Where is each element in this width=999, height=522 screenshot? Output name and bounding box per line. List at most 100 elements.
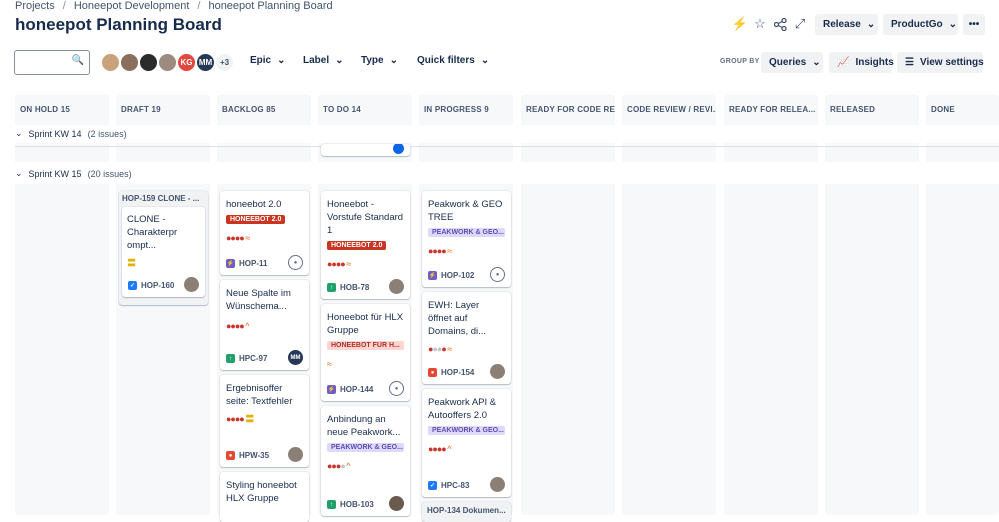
card-title: Ergebnisoffer seite: Textfehler <box>226 383 293 407</box>
priority-icon: ●●●● ≈ <box>226 233 250 243</box>
card[interactable]: Honeebot für HLX Gruppe HONEEBOT FÜR H..… <box>321 304 410 401</box>
column-header: READY FOR RELEA... 2 <box>729 105 818 114</box>
more-avatars-button[interactable]: +3 <box>214 52 235 73</box>
card-key-text: HPC-83 <box>441 481 470 490</box>
group-by-label: GROUP BY <box>720 58 760 65</box>
sprint-count: (20 issues) <box>87 168 132 179</box>
product-button[interactable]: ProductGo ⌄ <box>883 14 958 35</box>
column-done <box>926 95 999 515</box>
breadcrumb: Projects / Honeepot Development / honeepot… <box>15 0 333 12</box>
type-filter[interactable]: Type ⌄ <box>361 55 398 66</box>
search-field[interactable] <box>18 52 78 72</box>
search-input[interactable]: 🔍 <box>14 50 90 75</box>
chevron-down-icon: ⌄ <box>812 57 821 68</box>
card-key-text: HOP-154 <box>441 368 475 377</box>
card[interactable]: Ergebnisoffer seite: Textfehler ●●●● 〓 ●… <box>220 375 309 467</box>
breadcrumb-project[interactable]: Honeepot Development <box>74 0 190 12</box>
avatar <box>184 277 199 292</box>
card[interactable]: Anbindung an neue Peakwork... PEAKWORK &… <box>321 406 410 516</box>
chevron-down-icon: ⌄ <box>15 168 23 178</box>
card-parent[interactable]: HOP-159 CLONE - ... CLONE - Charakterpr … <box>119 191 208 305</box>
bug-icon: ● <box>226 451 235 460</box>
card-parent-key: HOP-134 Dokumen... <box>427 506 506 515</box>
chevron-down-icon: ⌄ <box>480 55 490 66</box>
priority-icon: ●●●● 〓 <box>226 414 254 424</box>
swimlane-header-bg <box>0 125 999 143</box>
avatar-mm: MM <box>288 350 303 365</box>
insights-button[interactable]: 📈 Insights <box>829 52 894 73</box>
chevron-down-icon: ⌄ <box>866 19 876 30</box>
column-header: DONE <box>931 105 955 114</box>
card-key: ↑ HOB-103 <box>327 500 374 509</box>
epic-icon: ⚡ <box>327 385 336 394</box>
sprint-name: Sprint KW 15 <box>28 168 82 179</box>
label-filter-label: Label <box>303 55 330 66</box>
breadcrumb-separator: / <box>62 0 66 12</box>
unassigned-avatar-icon: ● <box>288 255 303 270</box>
card-title: EWH: Layer öffnet auf Domains, di... <box>428 300 487 337</box>
chart-icon: 📈 <box>837 57 850 68</box>
card-label: HONEEBOT FÜR H... <box>327 341 404 350</box>
card[interactable]: EWH: Layer öffnet auf Domains, di... ●●●… <box>422 292 511 384</box>
card-partial[interactable] <box>321 144 410 156</box>
share-icon[interactable] <box>772 16 788 32</box>
lightning-icon[interactable]: ⚡ <box>732 16 748 32</box>
release-label: Release <box>823 19 861 30</box>
card-key-text: HPC-97 <box>239 354 268 363</box>
card[interactable]: honeebot 2.0 HONEEBOT 2.0 ●●●● ≈ ⚡ HOP-11… <box>220 191 309 275</box>
card-title: Neue Spalte im Wünschema... <box>226 288 291 312</box>
epic-filter[interactable]: Epic ⌄ <box>250 55 286 66</box>
more-actions-button[interactable]: ••• <box>963 14 985 35</box>
quick-filters-label: Quick filters <box>417 55 475 66</box>
star-icon[interactable]: ☆ <box>752 16 768 32</box>
view-settings-label: View settings <box>919 57 984 68</box>
card[interactable]: Neue Spalte im Wünschema... ●●●● ^ ↑ HPC-… <box>220 280 309 370</box>
card-label: PEAKWORK & GEO... <box>327 443 404 452</box>
avatar[interactable] <box>100 52 121 73</box>
avatar-mm[interactable]: MM <box>195 52 216 73</box>
card-parent[interactable]: HOP-134 Dokumen... <box>422 502 511 522</box>
column-header: READY FOR CODE RE... <box>526 105 615 114</box>
column-header: TO DO 14 <box>323 105 361 114</box>
avatar-kg[interactable]: KG <box>176 52 197 73</box>
avatar <box>389 496 404 511</box>
chevron-down-icon: ⌄ <box>277 55 286 66</box>
card[interactable]: Honeebot - Vorstufe Standard 1 HONEEBOT … <box>321 191 410 299</box>
expand-icon[interactable]: ⤢ <box>792 16 808 32</box>
card[interactable]: Peakwork API & Autooffers 2.0 PEAKWORK &… <box>422 389 511 497</box>
breadcrumb-separator: / <box>197 0 201 12</box>
epic-filter-label: Epic <box>250 55 272 66</box>
priority-icon: ●●●● ≈ <box>428 246 452 256</box>
page-title: honeepot Planning Board <box>15 15 222 34</box>
card-title: Peakwork & GEO TREE <box>428 199 503 223</box>
card-key: ⚡ HOP-102 <box>428 271 474 280</box>
card[interactable]: Peakwork & GEO TREE PEAKWORK & GEO... ●●… <box>422 191 511 287</box>
unassigned-avatar-icon: ● <box>490 267 505 282</box>
breadcrumb-projects[interactable]: Projects <box>15 0 55 12</box>
avatar[interactable] <box>138 52 159 73</box>
label-filter[interactable]: Label ⌄ <box>303 55 344 66</box>
swimlane-sprint-15[interactable]: ⌄ Sprint KW 15 (20 issues) <box>15 168 132 179</box>
view-settings-button[interactable]: ☰ View settings <box>897 52 984 73</box>
avatar <box>389 279 404 294</box>
card[interactable]: CLONE - Charakterpr ompt... 〓 ✓ HOP-160 <box>122 207 205 297</box>
swimlane-sprint-14[interactable]: ⌄ Sprint KW 14 (2 issues) <box>15 128 127 139</box>
card-key: ⚡ HOP-11 <box>226 259 267 268</box>
group-by-select[interactable]: Queries ⌄ <box>761 52 823 73</box>
card-label: HONEEBOT 2.0 <box>226 215 286 224</box>
sprint-name: Sprint KW 14 <box>28 128 82 139</box>
card-title: honeebot 2.0 <box>226 199 282 210</box>
swimlane-header-bg <box>0 162 999 184</box>
avatar <box>490 364 505 379</box>
avatar[interactable] <box>157 52 178 73</box>
card-label: PEAKWORK & GEO... <box>428 426 505 435</box>
card-key-text: HOP-102 <box>441 271 475 280</box>
card-key: ↑ HOB-78 <box>327 283 369 292</box>
avatar[interactable] <box>119 52 140 73</box>
column-header: DRAFT 19 <box>121 105 161 114</box>
card-parent-key: HOP-159 CLONE - ... <box>122 194 200 203</box>
epic-icon: ⚡ <box>428 271 437 280</box>
breadcrumb-board[interactable]: honeepot Planning Board <box>208 0 332 12</box>
quick-filters[interactable]: Quick filters ⌄ <box>417 55 489 66</box>
release-button[interactable]: Release ⌄ <box>815 14 878 35</box>
